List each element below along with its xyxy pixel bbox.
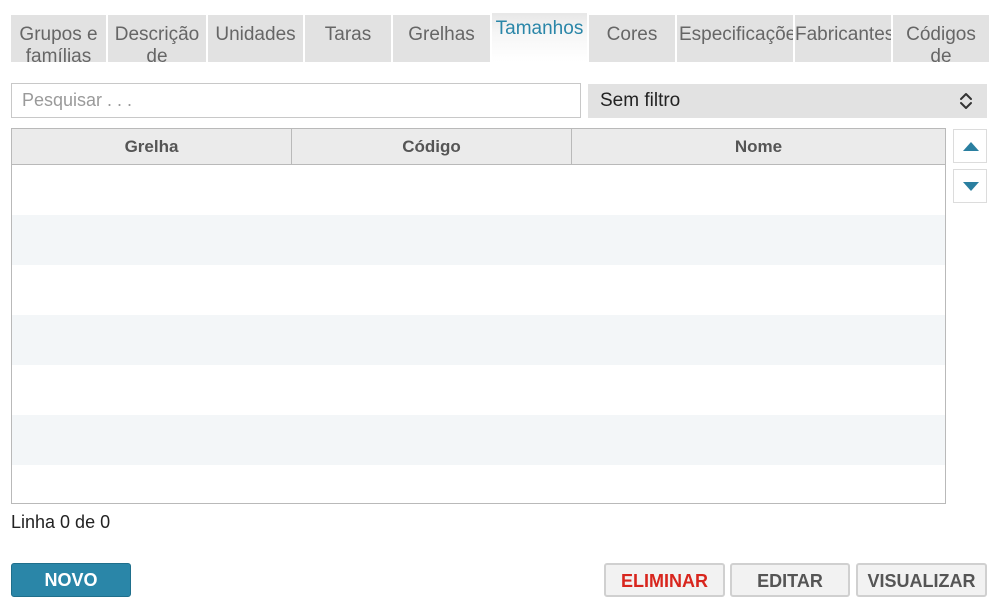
tab-especificacoes[interactable]: Especificações [677,15,794,62]
row-count-status: Linha 0 de 0 [11,512,111,532]
tab-bar: Grupos e famílias Descrição de Unidades … [11,13,990,62]
search-input[interactable] [11,83,581,118]
filter-selected-value: Sem filtro [600,90,681,111]
move-up-button[interactable] [953,129,987,163]
column-header-grelha[interactable]: Grelha [12,129,292,164]
table-row [12,365,945,415]
column-header-nome[interactable]: Nome [572,129,945,164]
tab-grelhas[interactable]: Grelhas [393,15,491,62]
tab-fabricantes[interactable]: Fabricantes [795,15,892,62]
tab-cores[interactable]: Cores [589,15,676,62]
triangle-up-icon [963,142,979,151]
tab-taras[interactable]: Taras [305,15,392,62]
tab-descricao-de[interactable]: Descrição de [108,15,207,62]
table-row [12,165,945,215]
tab-unidades[interactable]: Unidades [208,15,304,62]
chevron-up-down-icon [960,93,972,109]
tab-grupos-e-familias[interactable]: Grupos e famílias [11,15,107,62]
tab-tamanhos[interactable]: Tamanhos [492,13,588,62]
table-row [12,415,945,465]
delete-button[interactable]: ELIMINAR [604,563,725,597]
data-table: Grelha Código Nome [11,128,946,504]
triangle-down-icon [963,182,979,191]
tab-codigos-de[interactable]: Códigos de [893,15,990,62]
move-down-button[interactable] [953,169,987,203]
view-button[interactable]: VISUALIZAR [856,563,987,597]
table-header: Grelha Código Nome [12,129,945,165]
edit-button[interactable]: EDITAR [730,563,850,597]
table-row [12,315,945,365]
table-row [12,465,945,503]
table-row [12,265,945,315]
filter-select[interactable]: Sem filtro [588,84,987,118]
table-row [12,215,945,265]
new-button[interactable]: NOVO [11,563,131,597]
column-header-codigo[interactable]: Código [292,129,572,164]
